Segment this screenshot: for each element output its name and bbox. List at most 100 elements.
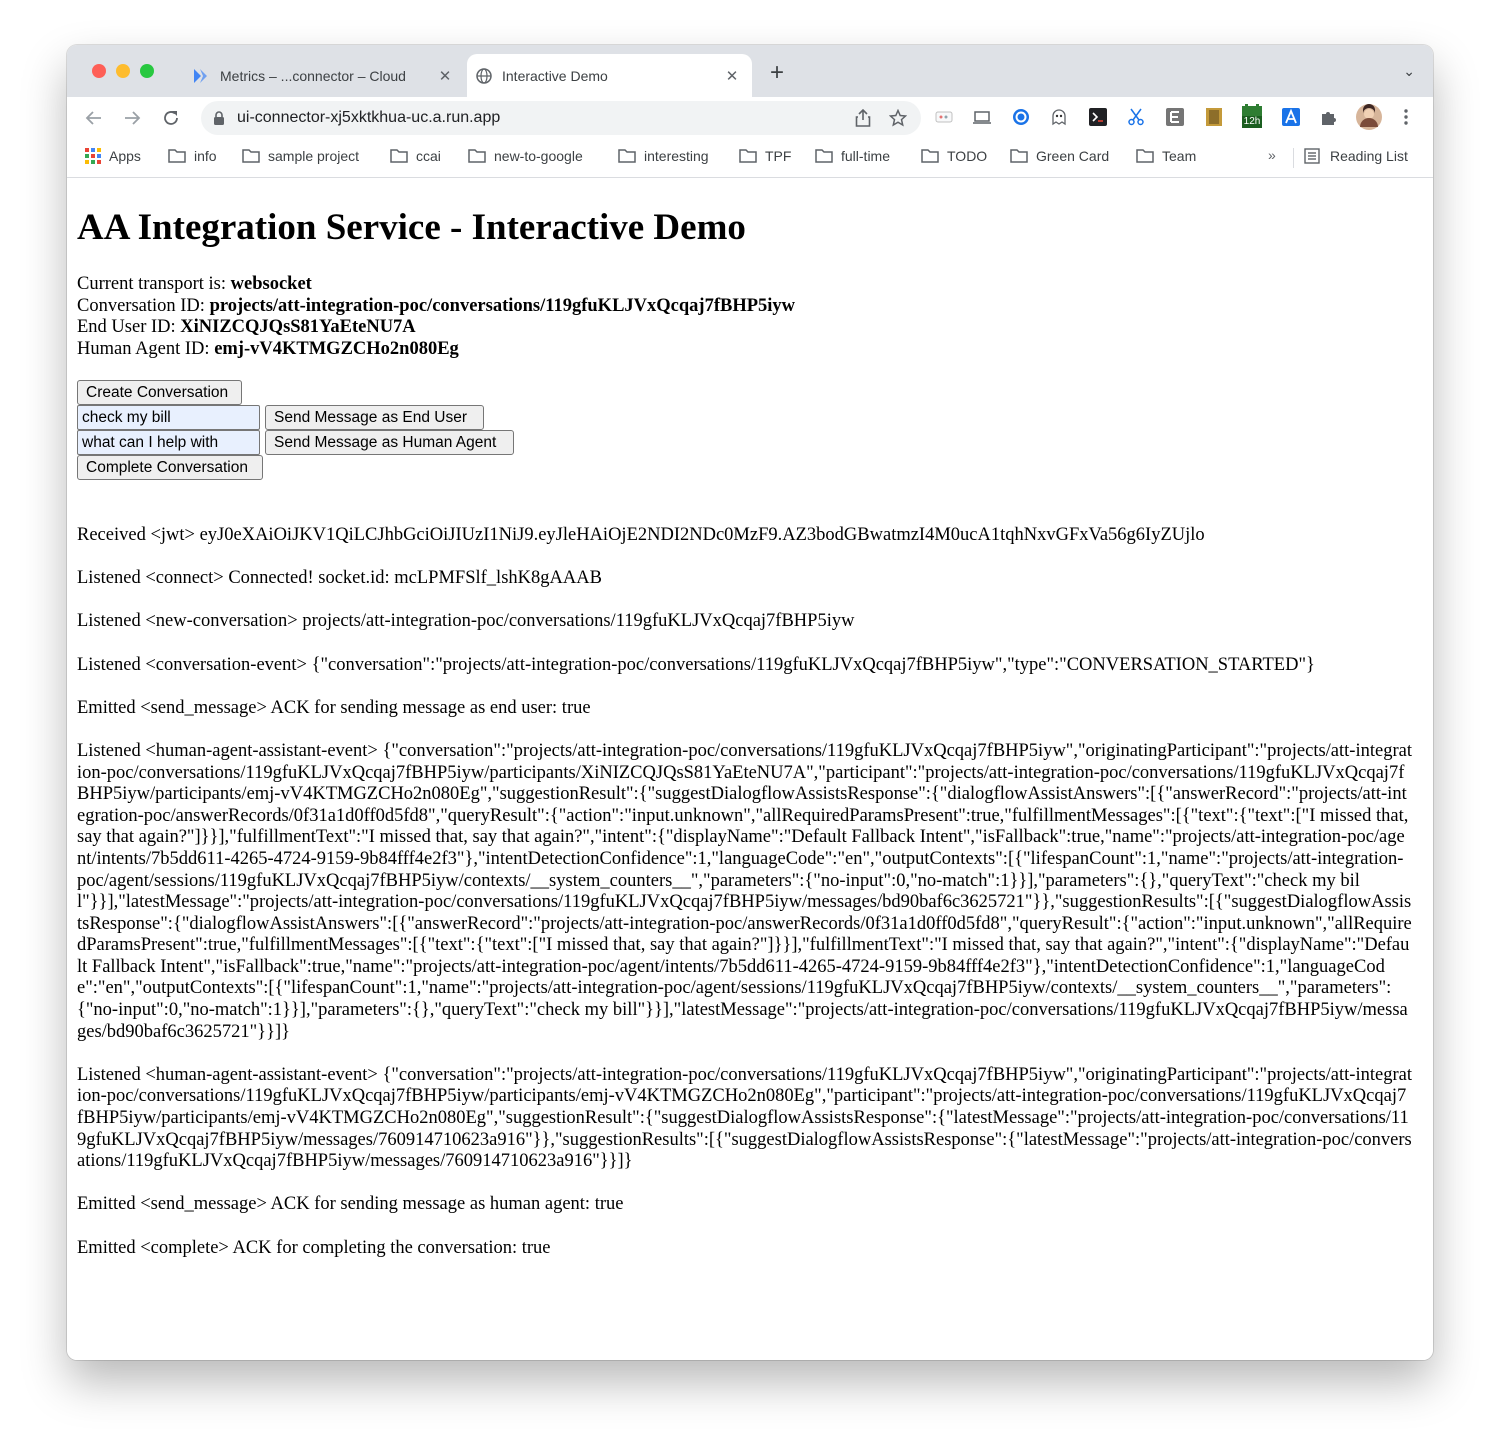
extension-blue-circle-icon[interactable] — [1011, 107, 1031, 127]
bookmark-folder-ccai[interactable]: ccai — [390, 148, 441, 164]
maximize-window-button[interactable] — [140, 64, 154, 78]
create-conversation-button[interactable]: Create Conversation — [77, 380, 242, 405]
back-arrow-icon[interactable] — [82, 106, 106, 130]
reading-list-button[interactable]: Reading List — [1304, 148, 1408, 164]
terminal-icon[interactable] — [1088, 107, 1108, 127]
reload-icon[interactable] — [159, 106, 183, 130]
tab-interactive-demo[interactable]: Interactive Demo ✕ — [467, 54, 752, 97]
folder-icon — [618, 149, 636, 163]
end-user-id-label: End User ID: — [77, 317, 181, 338]
apps-grid-icon — [85, 148, 101, 164]
extension-a-icon[interactable] — [1281, 107, 1301, 127]
globe-icon — [475, 67, 493, 85]
lock-icon[interactable] — [213, 111, 225, 125]
folder-icon — [468, 149, 486, 163]
send-as-human-agent-button[interactable]: Send Message as Human Agent — [265, 430, 514, 455]
more-menu-icon[interactable] — [1396, 107, 1416, 127]
human-agent-message-input[interactable] — [77, 430, 260, 455]
close-tab-icon[interactable]: ✕ — [722, 67, 742, 85]
tab-metrics[interactable]: Metrics – ...connector – Cloud ✕ — [187, 54, 465, 97]
bookmark-folder-full-time[interactable]: full-time — [815, 148, 890, 164]
bookmark-label: Apps — [109, 148, 141, 164]
log-entry: Listened <human-agent-assistant-event> {… — [77, 1064, 1412, 1172]
session-info: Current transport is: websocket Conversa… — [77, 274, 795, 360]
close-tab-icon[interactable]: ✕ — [435, 67, 455, 85]
bookmarks-divider — [1293, 148, 1294, 168]
reading-list-label: Reading List — [1330, 148, 1408, 164]
bookmark-folder-new-to-google[interactable]: new-to-google — [468, 148, 583, 164]
tab-search-chevron-icon[interactable]: ⌄ — [1403, 63, 1415, 80]
puzzle-extensions-icon[interactable] — [1319, 107, 1339, 127]
end-user-id-line: End User ID: XiNIZCQJQsS81YaEteNU7A — [77, 317, 795, 339]
cloud-run-icon — [193, 67, 211, 85]
cast-icon[interactable] — [972, 107, 992, 127]
bookmark-label: ccai — [416, 148, 441, 164]
page-title: AA Integration Service - Interactive Dem… — [77, 207, 746, 248]
bookmarks-overflow-chevron[interactable]: » — [1268, 147, 1276, 163]
bookmark-label: interesting — [644, 148, 709, 164]
folder-icon — [815, 149, 833, 163]
human-agent-id-label: Human Agent ID: — [77, 338, 215, 359]
page-content: AA Integration Service - Interactive Dem… — [67, 178, 1433, 1360]
bookmark-label: new-to-google — [494, 148, 583, 164]
bookmark-label: TODO — [947, 148, 988, 164]
human-agent-id-value: emj-vV4KTMGZCHo2n080Eg — [214, 338, 459, 359]
log-entry: Received <jwt> eyJ0eXAiOiJKV1QiLCJhbGciO… — [77, 525, 1205, 545]
human-agent-id-line: Human Agent ID: emj-vV4KTMGZCHo2n080Eg — [77, 339, 795, 361]
conversation-id-value: projects/att-integration-poc/conversatio… — [209, 295, 796, 316]
timer-badge: 12h — [1241, 116, 1263, 128]
bookmark-label: TPF — [765, 148, 792, 164]
minimize-window-button[interactable] — [116, 64, 130, 78]
browser-window: Metrics – ...connector – Cloud ✕ Interac… — [67, 45, 1433, 1360]
bookmark-folder-team[interactable]: Team — [1136, 148, 1196, 164]
bookmark-folder-tpf[interactable]: TPF — [739, 148, 791, 164]
extension-ghost-icon[interactable] — [1049, 107, 1069, 127]
transport-label: Current transport is: — [77, 274, 231, 294]
share-icon[interactable] — [855, 109, 871, 127]
bookmark-label: Green Card — [1036, 148, 1110, 164]
bookmark-label: full-time — [841, 148, 891, 164]
film-strip-icon[interactable] — [1204, 107, 1224, 127]
timer-extension-icon[interactable]: 12h — [1239, 103, 1265, 129]
bookmark-folder-sample-project[interactable]: sample project — [242, 148, 359, 164]
bookmark-folder-green-card[interactable]: Green Card — [1010, 148, 1109, 164]
scissors-icon[interactable] — [1126, 107, 1146, 127]
send-as-end-user-button[interactable]: Send Message as End User — [265, 405, 484, 430]
folder-icon — [1010, 149, 1028, 163]
folder-icon — [739, 149, 757, 163]
folder-icon — [242, 149, 260, 163]
extension-e-icon[interactable] — [1165, 107, 1185, 127]
bookmark-label: sample project — [268, 148, 360, 164]
bookmark-star-icon[interactable] — [889, 109, 907, 127]
new-tab-button[interactable]: + — [770, 61, 784, 85]
forward-arrow-icon[interactable] — [120, 106, 144, 130]
log-entry: Listened <connect> Connected! socket.id:… — [77, 568, 602, 589]
end-user-id-value: XiNIZCQJQsS81YaEteNU7A — [180, 317, 416, 338]
bookmark-folder-info[interactable]: info — [168, 148, 217, 164]
bookmark-label: info — [194, 148, 217, 164]
folder-icon — [168, 149, 186, 163]
bookmark-folder-todo[interactable]: TODO — [921, 148, 987, 164]
tab-title: Metrics – ...connector – Cloud — [220, 67, 406, 84]
folder-icon — [921, 149, 939, 163]
transport-value: websocket — [230, 274, 312, 294]
complete-conversation-button[interactable]: Complete Conversation — [77, 455, 263, 480]
log-entry: Emitted <send_message> ACK for sending m… — [77, 697, 591, 718]
extension-screen-icon[interactable] — [934, 107, 954, 127]
address-bar[interactable]: ui-connector-xj5xktkhua-uc.a.run.app — [201, 101, 921, 135]
end-user-message-input[interactable] — [77, 405, 260, 430]
close-window-button[interactable] — [92, 64, 106, 78]
tab-strip: Metrics – ...connector – Cloud ✕ Interac… — [67, 45, 1433, 97]
bookmark-folder-interesting[interactable]: interesting — [618, 148, 709, 164]
event-log: Received <jwt> eyJ0eXAiOiJKV1QiLCJhbGciO… — [77, 525, 1412, 1281]
browser-toolbar: ui-connector-xj5xktkhua-uc.a.run.app 12h — [67, 97, 1433, 139]
bookmark-label: Team — [1162, 148, 1197, 164]
conversation-id-line: Conversation ID: projects/att-integratio… — [77, 296, 795, 318]
log-entry: Listened <human-agent-assistant-event> {… — [77, 740, 1412, 1042]
transport-line: Current transport is: websocket — [77, 274, 795, 296]
reading-list-icon — [1304, 148, 1320, 164]
avatar[interactable] — [1356, 104, 1382, 130]
bookmark-apps[interactable]: Apps — [85, 148, 141, 164]
log-entry: Listened <new-conversation> projects/att… — [77, 611, 855, 632]
log-entry: Listened <conversation-event> {"conversa… — [77, 654, 1315, 675]
